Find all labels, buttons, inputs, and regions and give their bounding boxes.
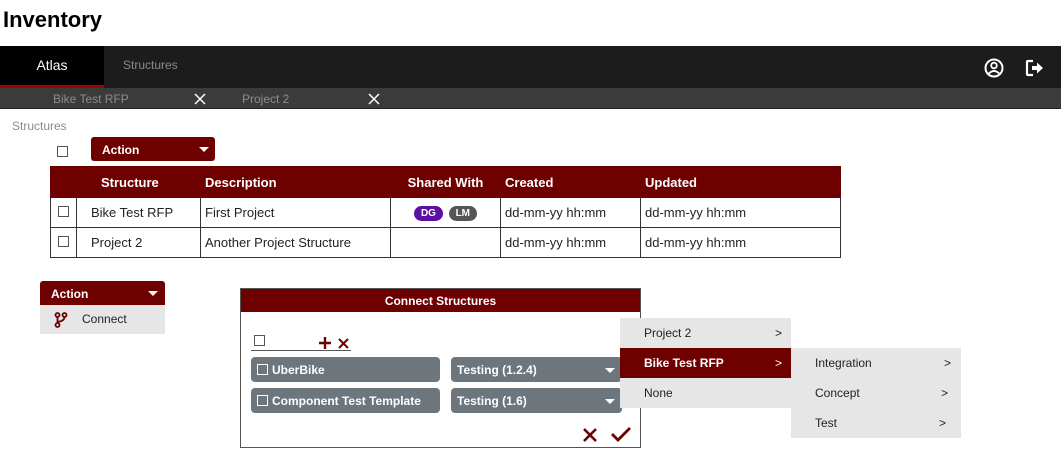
- cell-structure[interactable]: Project 2: [76, 227, 201, 258]
- column-header-updated[interactable]: Updated: [640, 166, 841, 198]
- structure-checkbox[interactable]: [257, 395, 268, 406]
- context-item-integration[interactable]: Integration >: [791, 348, 961, 378]
- subtab-project-2[interactable]: Project 2: [242, 92, 289, 106]
- submenu-arrow: >: [944, 356, 952, 370]
- menu-item-connect[interactable]: Connect: [40, 305, 165, 334]
- breadcrumb: Structures: [12, 119, 67, 133]
- close-icon[interactable]: [368, 93, 380, 105]
- select-all-checkbox[interactable]: [57, 146, 68, 157]
- cell-structure[interactable]: Bike Test RFP: [76, 197, 201, 228]
- cell-shared-with: [390, 227, 501, 258]
- action-button-label: Action: [102, 143, 140, 157]
- row-checkbox[interactable]: [58, 236, 69, 247]
- action-dropdown-open[interactable]: Action: [40, 281, 165, 305]
- dialog-title: Connect Structures: [241, 289, 640, 312]
- user-badge-dg[interactable]: DG: [413, 206, 443, 221]
- cell-updated: dd-mm-yy hh:mm: [640, 197, 841, 228]
- column-header-created[interactable]: Created: [500, 166, 641, 198]
- context-item-none[interactable]: None: [620, 378, 791, 408]
- context-item-label: Integration: [815, 356, 872, 370]
- cell-description: First Project: [200, 197, 391, 228]
- structure-checkbox[interactable]: [257, 364, 268, 375]
- user-badge-lm[interactable]: LM: [448, 206, 478, 221]
- cancel-icon[interactable]: [582, 427, 598, 443]
- table-row[interactable]: Bike Test RFP First Project DG LM dd-mm-…: [50, 197, 841, 228]
- page-title: Inventory: [3, 7, 103, 32]
- structure-name: Component Test Template: [272, 394, 421, 408]
- subtab-bar: Bike Test RFP Project 2: [0, 88, 1061, 109]
- structure-name: UberBike: [272, 363, 325, 377]
- action-menu-label: Action: [51, 287, 89, 301]
- submenu-arrow: >: [941, 386, 949, 400]
- user-circle-icon[interactable]: [983, 57, 1005, 79]
- remove-icon[interactable]: [338, 338, 349, 349]
- cell-shared-with: DG LM: [390, 197, 501, 228]
- chevron-down-icon: [199, 147, 209, 152]
- menu-item-connect-label: Connect: [82, 312, 127, 326]
- chevron-down-icon: [605, 368, 615, 373]
- close-icon[interactable]: [194, 93, 206, 105]
- structures-table: Structure Description Shared With Create…: [50, 166, 841, 258]
- confirm-check-icon[interactable]: [610, 426, 632, 443]
- header-check-column: [50, 166, 77, 198]
- context-item-label: None: [644, 386, 673, 400]
- column-header-shared-with[interactable]: Shared With: [390, 166, 501, 198]
- version-select[interactable]: Testing (1.2.4): [451, 357, 622, 382]
- table-row[interactable]: Project 2 Another Project Structure dd-m…: [50, 227, 841, 258]
- context-item-label: Concept: [815, 386, 860, 400]
- dialog-select-all-checkbox[interactable]: [254, 335, 265, 346]
- context-item-label: Test: [815, 416, 838, 430]
- version-value: Testing (1.6): [457, 394, 527, 408]
- tab-structures[interactable]: Structures: [123, 58, 178, 72]
- tab-atlas[interactable]: Atlas: [0, 46, 104, 88]
- context-item-concept[interactable]: Concept >: [791, 378, 961, 408]
- row-checkbox-cell: [50, 197, 77, 228]
- chevron-down-icon: [605, 399, 615, 404]
- context-item-test[interactable]: Test >: [791, 408, 961, 438]
- divider: [251, 350, 351, 351]
- row-checkbox[interactable]: [58, 206, 69, 217]
- branch-icon: [54, 312, 68, 328]
- submenu-arrow: >: [775, 356, 783, 370]
- add-icon[interactable]: [318, 336, 332, 350]
- context-item-project-2[interactable]: Project 2 >: [620, 318, 791, 348]
- column-header-structure[interactable]: Structure: [76, 166, 201, 198]
- action-dropdown-button[interactable]: Action: [91, 137, 215, 161]
- context-item-label: Project 2: [644, 326, 692, 340]
- structure-pill-uberbike[interactable]: UberBike: [251, 357, 440, 382]
- table-header-row: Structure Description Shared With Create…: [50, 166, 841, 198]
- context-item-bike-test-rfp[interactable]: Bike Test RFP >: [620, 348, 791, 378]
- context-item-label: Bike Test RFP: [644, 356, 724, 370]
- tab-atlas-label: Atlas: [36, 57, 68, 73]
- chevron-down-icon: [148, 291, 158, 296]
- cell-description: Another Project Structure: [200, 227, 391, 258]
- submenu-arrow: >: [939, 416, 947, 430]
- logout-icon[interactable]: [1024, 57, 1046, 79]
- version-value: Testing (1.2.4): [457, 363, 537, 377]
- top-nav-bar: Atlas Structures: [0, 46, 1061, 88]
- structure-pill-component-test-template[interactable]: Component Test Template: [251, 388, 440, 413]
- row-checkbox-cell: [50, 227, 77, 258]
- connect-structures-dialog: Connect Structures UberBike Testing (1.2…: [240, 288, 641, 448]
- cell-created: dd-mm-yy hh:mm: [500, 227, 641, 258]
- version-select[interactable]: Testing (1.6): [451, 388, 622, 413]
- column-header-description[interactable]: Description: [200, 166, 391, 198]
- subtab-bike-test-rfp[interactable]: Bike Test RFP: [53, 92, 129, 106]
- cell-updated: dd-mm-yy hh:mm: [640, 227, 841, 258]
- cell-created: dd-mm-yy hh:mm: [500, 197, 641, 228]
- submenu-arrow: >: [775, 326, 783, 340]
